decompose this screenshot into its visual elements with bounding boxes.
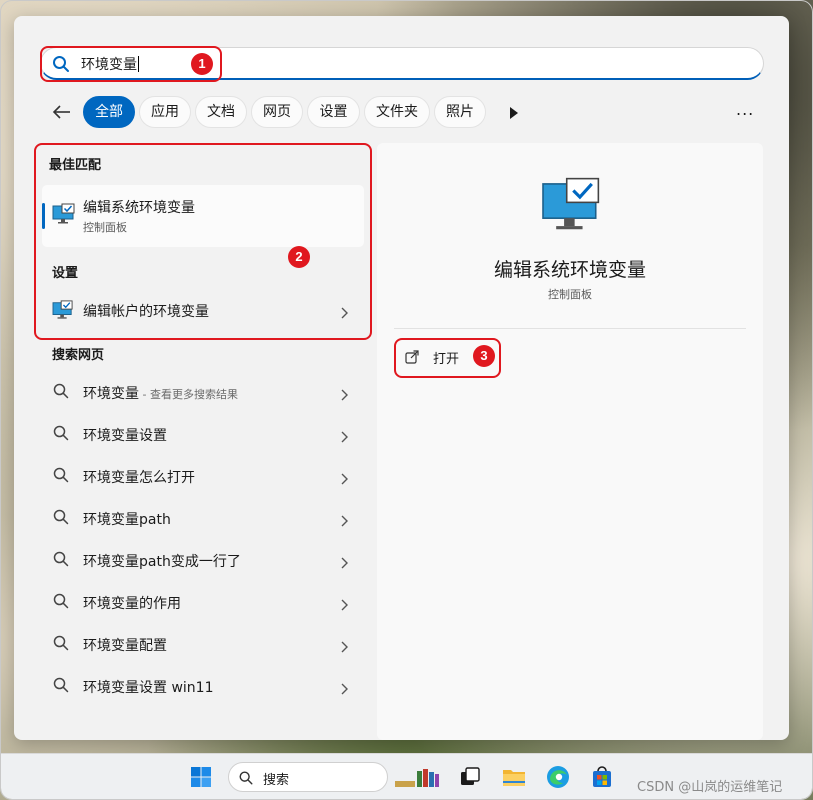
books-icon[interactable] — [393, 763, 441, 791]
search-icon — [52, 592, 70, 614]
search-icon — [52, 634, 70, 656]
play-arrow-icon[interactable] — [508, 105, 520, 124]
chevron-right-icon — [340, 596, 348, 615]
web-result-label: 环境变量配置 — [83, 638, 167, 654]
divider — [394, 328, 746, 329]
microsoft-store-icon[interactable] — [588, 763, 616, 791]
web-search-heading: 搜索网页 — [52, 348, 105, 363]
search-icon — [52, 508, 70, 530]
web-result-item[interactable]: 环境变量设置 win11 — [42, 667, 364, 705]
filter-chip-all[interactable]: 全部 — [83, 96, 135, 128]
chevron-right-icon — [340, 554, 348, 573]
web-result-label: 环境变量path变成一行了 — [83, 554, 241, 570]
filter-chip-photos[interactable]: 照片 — [434, 96, 486, 128]
chevron-right-icon — [340, 470, 348, 489]
filter-chip-settings[interactable]: 设置 — [307, 96, 360, 128]
web-result-suffix: - 查看更多搜索结果 — [139, 388, 238, 401]
web-result-label: 环境变量设置 — [83, 428, 167, 444]
filter-chip-documents[interactable]: 文档 — [195, 96, 247, 128]
filter-chip-web[interactable]: 网页 — [251, 96, 303, 128]
search-icon — [52, 382, 70, 404]
web-result-item[interactable]: 环境变量path — [42, 499, 364, 537]
filter-chip-folders[interactable]: 文件夹 — [364, 96, 430, 128]
web-result-label: 环境变量path — [83, 512, 171, 528]
detail-title: 编辑系统环境变量 — [493, 259, 646, 281]
annotation-marker-1: 1 — [191, 53, 213, 75]
watermark: CSDN @山岚的运维笔记 — [637, 780, 783, 795]
search-icon — [52, 676, 70, 698]
chevron-right-icon — [340, 638, 348, 657]
web-result-label: 环境变量设置 win11 — [83, 680, 214, 696]
file-explorer-icon[interactable] — [500, 763, 528, 791]
annotation-box-2 — [34, 143, 372, 340]
search-icon — [52, 424, 70, 446]
task-view-icon[interactable] — [456, 763, 484, 791]
web-result-item[interactable]: 环境变量配置 — [42, 625, 364, 663]
web-result-label: 环境变量 — [83, 386, 139, 402]
edge-browser-icon[interactable] — [544, 763, 572, 791]
taskbar-search-box[interactable]: 搜索 — [228, 762, 388, 792]
chevron-right-icon — [340, 512, 348, 531]
windows-start-icon[interactable] — [187, 763, 215, 791]
monitor-check-icon — [540, 176, 604, 238]
more-options-button[interactable]: ... — [736, 100, 754, 119]
web-result-item[interactable]: 环境变量怎么打开 — [42, 457, 364, 495]
search-icon — [238, 770, 254, 790]
taskbar-search-label: 搜索 — [263, 773, 290, 788]
detail-pane: 编辑系统环境变量 控制面板 — [377, 143, 763, 740]
search-icon — [52, 466, 70, 488]
chevron-right-icon — [340, 680, 348, 699]
web-result-item[interactable]: 环境变量 - 查看更多搜索结果 — [42, 373, 364, 411]
web-result-item[interactable]: 环境变量path变成一行了 — [42, 541, 364, 579]
annotation-marker-2: 2 — [288, 246, 310, 268]
annotation-marker-3: 3 — [473, 345, 495, 367]
web-result-label: 环境变量怎么打开 — [83, 470, 195, 486]
detail-subtitle: 控制面板 — [548, 288, 592, 301]
web-result-item[interactable]: 环境变量的作用 — [42, 583, 364, 621]
back-arrow-icon[interactable] — [50, 100, 74, 124]
web-result-item[interactable]: 环境变量设置 — [42, 415, 364, 453]
search-icon — [52, 550, 70, 572]
web-result-label: 环境变量的作用 — [83, 596, 181, 612]
filter-chip-apps[interactable]: 应用 — [139, 96, 191, 128]
chevron-right-icon — [340, 386, 348, 405]
chevron-right-icon — [340, 428, 348, 447]
